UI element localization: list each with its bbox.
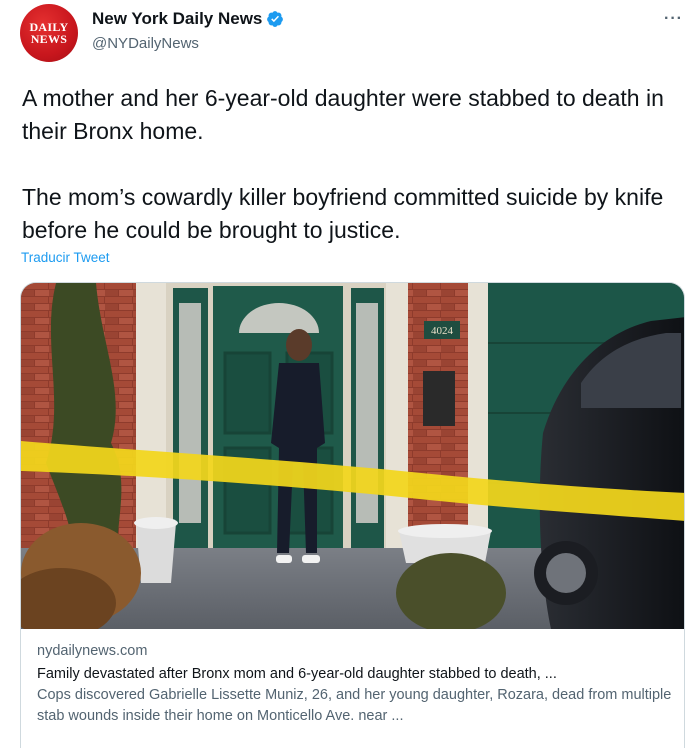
link-card-domain: nydailynews.com [37, 643, 148, 659]
verified-badge-icon [267, 11, 284, 27]
display-name[interactable]: New York Daily News [92, 9, 262, 29]
tweet-paragraph-2: The mom’s cowardly killer boyfriend comm… [22, 184, 664, 243]
house-number: 4024 [431, 325, 454, 337]
author-handle[interactable]: @NYDailyNews [92, 35, 199, 52]
link-card-image[interactable]: 4024 [21, 283, 684, 629]
link-card-description: Cops discovered Gabrielle Lissette Muniz… [37, 687, 672, 724]
avatar-text-line2: NEWS [30, 32, 68, 46]
author-name-row: New York Daily News [92, 9, 284, 29]
translate-tweet-link[interactable]: Traducir Tweet [21, 250, 110, 265]
crime-scene-photo: 4024 [21, 283, 684, 629]
link-card[interactable]: 4024 nydailynews.com Family devastated a… [20, 282, 685, 748]
tweet: DAILY NEWS New York Daily News @NYDailyN… [0, 0, 700, 748]
link-card-title[interactable]: Family devastated after Bronx mom and 6-… [37, 666, 684, 682]
more-options-icon[interactable]: ··· [664, 10, 683, 28]
tweet-paragraph-1: A mother and her 6-year-old daughter wer… [22, 85, 664, 144]
link-card-meta: nydailynews.com Family devastated after … [21, 629, 684, 727]
tweet-text: A mother and her 6-year-old daughter wer… [22, 82, 692, 247]
avatar[interactable]: DAILY NEWS [20, 4, 78, 62]
